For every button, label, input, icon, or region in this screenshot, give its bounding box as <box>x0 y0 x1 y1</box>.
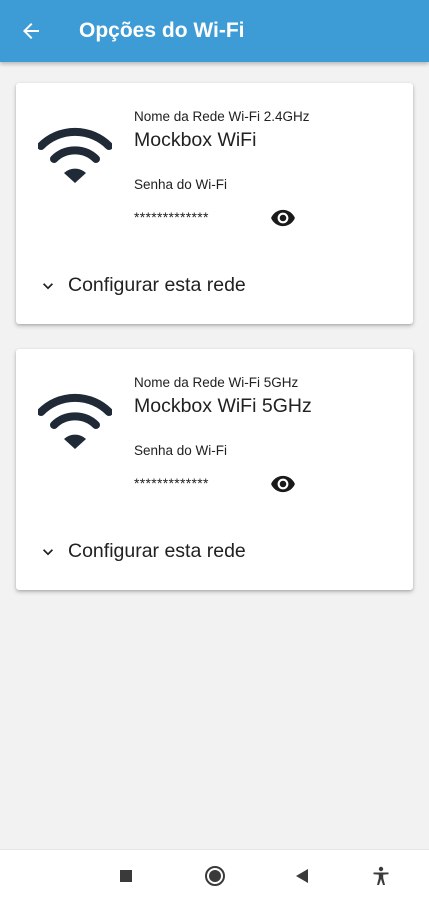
arrow-left-icon <box>23 23 39 39</box>
show-password-button[interactable] <box>269 470 297 498</box>
network-card-2-4ghz: Nome da Rede Wi-Fi 2.4GHz Mockbox WiFi S… <box>16 83 413 324</box>
accessibility-button[interactable] <box>367 862 395 890</box>
password-label: Senha do Wi-Fi <box>134 443 228 458</box>
app-bar: Opções do Wi-Fi <box>0 0 429 62</box>
chevron-down-icon <box>43 548 53 555</box>
page-title: Opções do Wi-Fi <box>79 19 245 42</box>
wifi-icon <box>38 127 112 183</box>
password-value: ************* <box>134 475 209 491</box>
eye-icon <box>271 209 295 227</box>
wifi-icon <box>38 393 112 449</box>
accessibility-icon <box>373 866 389 885</box>
back-button[interactable] <box>0 0 62 62</box>
network-name-label: Nome da Rede Wi-Fi 2.4GHz <box>134 109 310 124</box>
home-button[interactable] <box>201 862 229 890</box>
configure-network-label: Configurar esta rede <box>68 540 246 562</box>
show-password-button[interactable] <box>269 204 297 232</box>
eye-icon <box>271 475 295 493</box>
recents-square-icon <box>120 870 132 882</box>
chevron-down-icon <box>43 282 53 289</box>
password-label: Senha do Wi-Fi <box>134 177 228 192</box>
network-name: Mockbox WiFi 5GHz <box>134 395 312 417</box>
network-card-5ghz: Nome da Rede Wi-Fi 5GHz Mockbox WiFi 5GH… <box>16 349 413 590</box>
network-name-label: Nome da Rede Wi-Fi 5GHz <box>134 375 299 390</box>
configure-network-toggle[interactable]: Configurar esta rede <box>38 274 246 297</box>
home-circle-icon <box>205 866 225 886</box>
recents-button[interactable] <box>112 862 140 890</box>
configure-network-toggle[interactable]: Configurar esta rede <box>38 540 246 563</box>
back-triangle-icon <box>296 869 308 883</box>
password-value: ************* <box>134 209 209 225</box>
network-name: Mockbox WiFi <box>134 129 257 151</box>
system-back-button[interactable] <box>288 862 316 890</box>
system-navigation-bar <box>0 849 429 900</box>
configure-network-label: Configurar esta rede <box>68 274 246 296</box>
